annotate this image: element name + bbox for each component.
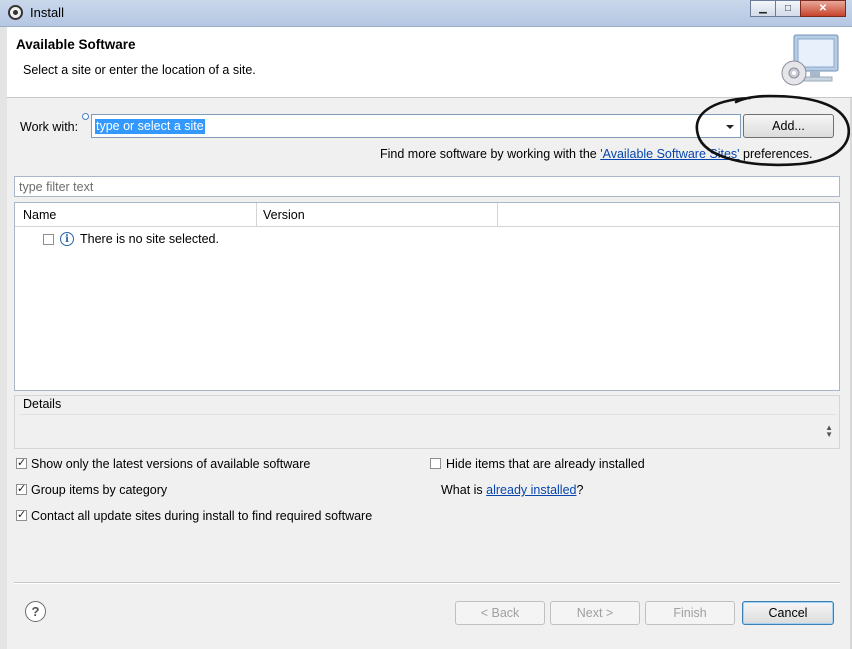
details-scroll-arrows-icon[interactable]: ▲ ▼: [825, 424, 833, 439]
close-icon: ✕: [818, 3, 828, 14]
column-separator[interactable]: [256, 203, 257, 226]
available-software-sites-link[interactable]: 'Available Software Sites': [600, 147, 739, 161]
help-button[interactable]: ?: [25, 601, 46, 622]
find-more-suffix: preferences.: [739, 147, 813, 161]
table-row[interactable]: i There is no site selected.: [15, 229, 839, 249]
software-install-icon: [781, 34, 839, 86]
table-header: Name Version: [15, 203, 839, 227]
page-title: Available Software: [16, 37, 136, 52]
what-is-installed-text: What is already installed?: [441, 483, 583, 497]
already-installed-link[interactable]: already installed: [486, 483, 576, 497]
work-with-value[interactable]: type or select a site: [95, 119, 205, 134]
group-by-category-checkbox[interactable]: [16, 482, 27, 495]
find-more-prefix: Find more software by working with the: [380, 147, 601, 161]
content-assist-icon: [82, 113, 89, 120]
minimize-button[interactable]: ▁: [750, 0, 776, 17]
what-is-prefix: What is: [441, 483, 487, 497]
details-group: Details ▲ ▼: [14, 395, 840, 449]
column-version-header[interactable]: Version: [263, 208, 305, 222]
hide-installed-checkbox[interactable]: [430, 458, 441, 469]
window-title: Install: [30, 5, 64, 20]
back-button[interactable]: < Back: [455, 601, 545, 625]
find-more-text: Find more software by working with the '…: [380, 147, 813, 161]
row-checkbox[interactable]: [43, 234, 54, 245]
details-text-area[interactable]: [19, 414, 837, 447]
maximize-button[interactable]: □: [775, 0, 801, 17]
window-left-edge: [0, 27, 7, 649]
column-name-header[interactable]: Name: [23, 208, 56, 222]
eclipse-app-icon: [8, 5, 23, 20]
next-button[interactable]: Next >: [550, 601, 640, 625]
contact-all-sites-label: Contact all update sites during install …: [31, 509, 373, 523]
info-icon: i: [60, 232, 74, 246]
show-latest-checkbox[interactable]: [16, 456, 27, 469]
page-description: Select a site or enter the location of a…: [23, 63, 256, 77]
minimize-icon: ▁: [759, 3, 767, 14]
contact-all-sites-checkbox[interactable]: [16, 508, 27, 521]
software-table[interactable]: Name Version i There is no site selected…: [14, 202, 840, 391]
what-is-suffix: ?: [576, 483, 584, 497]
add-button[interactable]: Add...: [743, 114, 834, 138]
title-bar[interactable]: Install ▁ □ ✕: [0, 0, 852, 27]
show-latest-label: Show only the latest versions of availab…: [31, 457, 311, 471]
work-with-label: Work with:: [20, 120, 79, 134]
column-separator[interactable]: [497, 203, 498, 226]
maximize-icon: □: [784, 3, 792, 14]
window-controls: ▁ □ ✕: [750, 0, 846, 18]
finish-button[interactable]: Finish: [645, 601, 735, 625]
cancel-button[interactable]: Cancel: [742, 601, 834, 625]
no-site-message: There is no site selected.: [80, 232, 219, 246]
chevron-down-icon[interactable]: [726, 125, 734, 129]
filter-field[interactable]: [14, 176, 840, 197]
group-by-category-label: Group items by category: [31, 483, 168, 497]
details-label: Details: [23, 397, 62, 411]
filter-input[interactable]: [15, 177, 839, 196]
button-bar-divider: [14, 582, 840, 584]
work-with-combo[interactable]: type or select a site: [91, 114, 741, 138]
close-button[interactable]: ✕: [800, 0, 846, 17]
hide-installed-label: Hide items that are already installed: [446, 457, 645, 471]
wizard-header: Available Software Select a site or ente…: [7, 27, 852, 98]
help-icon: ?: [31, 604, 40, 619]
